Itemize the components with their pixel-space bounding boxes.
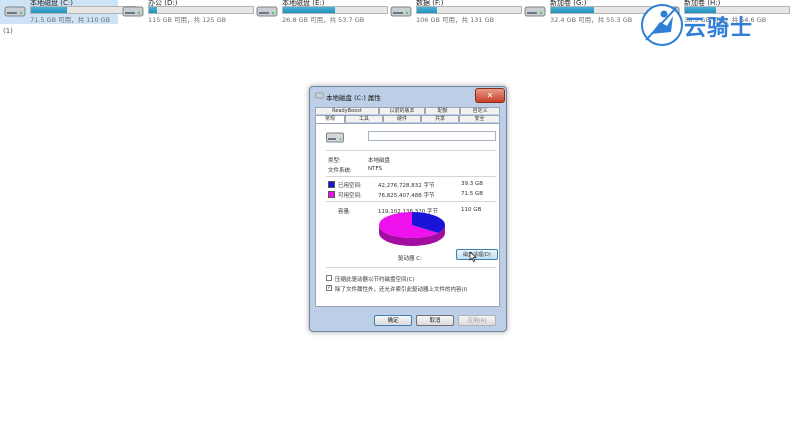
tab-strip: ReadyBoost 以前的版本 配额 自定义 常规 工具 硬件 共享 安全 <box>315 107 501 124</box>
tab-security[interactable]: 安全 <box>459 115 500 122</box>
tab-hardware[interactable]: 硬件 <box>383 115 421 122</box>
tab-readyboost[interactable]: ReadyBoost <box>315 107 379 114</box>
free-space-bytes: 76,825,407,488 字节 <box>378 193 435 199</box>
hard-drive-icon <box>524 6 546 17</box>
free-space-size: 71.5 GB <box>461 191 484 197</box>
knight-logo-icon <box>641 4 683 46</box>
hard-drive-icon <box>4 6 26 17</box>
cancel-button[interactable]: 取消 <box>416 315 454 326</box>
watermark-text: 云骑士 <box>684 16 754 41</box>
tab-customize[interactable]: 自定义 <box>460 107 500 114</box>
drive-usage-fill <box>417 7 437 13</box>
divider <box>326 150 496 151</box>
drive-letter-label: 驱动器 C: <box>398 256 422 262</box>
hard-drive-icon <box>122 6 144 17</box>
hard-drive-icon <box>256 6 278 17</box>
ok-button[interactable]: 确定 <box>374 315 412 326</box>
drive-f[interactable]: 数据 (F:) 106 GB 可用，共 131 GB <box>386 0 522 24</box>
drive-stats: 26.8 GB 可用，共 53.7 GB <box>282 16 365 24</box>
free-space-swatch <box>328 191 335 198</box>
drive-stats: 115 GB 可用，共 125 GB <box>148 16 227 24</box>
drive-stats: 32.4 GB 可用，共 55.3 GB <box>550 16 633 24</box>
compress-checkbox[interactable] <box>326 275 332 281</box>
used-space-size: 39.3 GB <box>461 181 484 187</box>
filesystem-label: 文件系统: <box>328 168 352 174</box>
drive-e[interactable]: 本地磁盘 (E:) 26.8 GB 可用，共 53.7 GB <box>252 0 388 24</box>
drive-stats: 71.5 GB 可用，共 110 GB <box>30 16 111 24</box>
drive-label-input[interactable] <box>368 131 496 141</box>
apply-button[interactable]: 应用(A) <box>458 315 496 326</box>
divider <box>326 201 496 202</box>
used-space-bytes: 42,276,728,832 字节 <box>378 183 435 189</box>
drive-usage-fill <box>149 7 158 13</box>
close-button[interactable]: ✕ <box>475 88 505 103</box>
tab-tools[interactable]: 工具 <box>345 115 383 122</box>
drive-usage-bar <box>282 6 388 14</box>
tab-previous-versions[interactable]: 以前的版本 <box>379 107 425 114</box>
used-space-label: 已用空间: <box>338 183 362 189</box>
drive-usage-fill <box>551 7 594 13</box>
divider <box>326 267 496 268</box>
type-label: 类型: <box>328 158 341 164</box>
dialog-title: 本地磁盘 (C:) 属性 <box>326 94 381 102</box>
compress-label: 压缩此驱动器以节约磁盘空间(C) <box>335 277 415 283</box>
watermark-logo: 云骑士 <box>640 2 795 48</box>
free-space-label: 可用空间: <box>338 193 362 199</box>
drive-usage-fill <box>31 7 68 13</box>
hard-drive-icon <box>315 92 324 99</box>
divider <box>326 176 496 177</box>
mouse-cursor-icon <box>469 252 477 262</box>
drive-g[interactable]: 新加卷 (G:) 32.4 GB 可用，共 55.3 GB <box>520 0 656 24</box>
disk-cleanup-button[interactable]: 磁盘清理(D) <box>456 249 498 260</box>
used-space-swatch <box>328 181 335 188</box>
drive-usage-fill <box>283 7 335 13</box>
general-panel: 类型: 本地磁盘 文件系统: NTFS 已用空间: 42,276,728,832… <box>315 123 500 307</box>
tab-quota[interactable]: 配额 <box>425 107 460 114</box>
index-label: 除了文件属性外，还允许索引此驱动器上文件的内容(I) <box>335 287 468 293</box>
properties-dialog: 本地磁盘 (C:) 属性 ✕ ReadyBoost 以前的版本 配额 自定义 常… <box>309 86 507 332</box>
drive-d[interactable]: 办公 (D:) 115 GB 可用，共 125 GB <box>118 0 254 24</box>
hard-drive-icon <box>390 6 412 17</box>
capacity-size: 110 GB <box>461 207 482 213</box>
hard-drive-icon <box>326 132 344 143</box>
drive-usage-bar <box>148 6 254 14</box>
filesystem-value: NTFS <box>368 166 383 172</box>
drive-usage-bar <box>416 6 522 14</box>
drive-c[interactable]: 本地磁盘 (C:) 71.5 GB 可用，共 110 GB <box>0 0 136 24</box>
index-checkbox[interactable]: ✓ <box>326 285 332 291</box>
drive-stats: 106 GB 可用，共 131 GB <box>416 16 495 24</box>
disk-usage-pie <box>379 212 445 246</box>
capacity-label: 容量: <box>338 209 351 215</box>
tab-sharing[interactable]: 共享 <box>421 115 459 122</box>
group-count-label: (1) <box>3 27 13 35</box>
type-value: 本地磁盘 <box>368 158 391 164</box>
dialog-titlebar[interactable]: 本地磁盘 (C:) 属性 ✕ <box>310 87 506 104</box>
